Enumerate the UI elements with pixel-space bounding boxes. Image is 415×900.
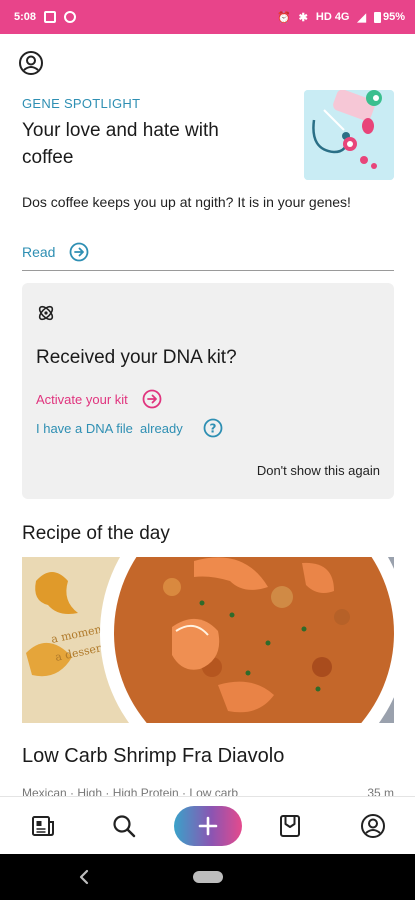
activate-kit-button[interactable]: Activate your kit bbox=[36, 389, 162, 409]
arrow-right-circle-icon[interactable] bbox=[142, 389, 162, 409]
bluetooth-icon: ✱ bbox=[298, 11, 308, 24]
add-button[interactable] bbox=[174, 806, 242, 846]
dna-card-title: Received your DNA kit? bbox=[36, 347, 237, 368]
recipe-image[interactable]: a moment a dessert bbox=[22, 557, 394, 723]
recipe-section-title: Recipe of the day bbox=[22, 523, 170, 544]
dna-kit-card: Received your DNA kit? Activate your kit… bbox=[22, 283, 394, 499]
status-right: ⏰ ✱ HD 4G ◢ 95% bbox=[277, 11, 405, 24]
profile-icon[interactable] bbox=[18, 50, 44, 76]
add-icon bbox=[198, 816, 218, 836]
system-navigation-bar bbox=[0, 854, 415, 900]
alarm-icon: ⏰ bbox=[276, 11, 291, 24]
recipe-meta: Mexican · High · High Protein · Low carb… bbox=[22, 786, 394, 796]
battery-icon bbox=[373, 11, 381, 23]
section-divider bbox=[22, 270, 394, 271]
help-circle-icon[interactable]: ? bbox=[203, 418, 223, 438]
svg-text:?: ? bbox=[209, 422, 216, 436]
network-label: HD 4G bbox=[315, 11, 350, 23]
signal-icon: ◢ bbox=[357, 11, 366, 24]
bookmark-icon[interactable] bbox=[277, 813, 303, 839]
main-content[interactable]: GENE SPOTLIGHT Your love and hate with c… bbox=[0, 34, 415, 796]
activate-kit-label[interactable]: Activate your kit bbox=[36, 392, 128, 407]
battery-level: 95% bbox=[382, 11, 405, 23]
profile-icon[interactable] bbox=[360, 813, 386, 839]
recipe-title[interactable]: Low Carb Shrimp Fra Diavolo bbox=[22, 745, 284, 768]
dna-file-row[interactable]: I have a DNA file already ? bbox=[36, 418, 223, 438]
recipe-tags: Mexican · High · High Protein · Low carb bbox=[22, 786, 239, 796]
dna-file-label[interactable]: I have a DNA file already bbox=[36, 421, 183, 436]
status-left: 5:08 bbox=[14, 11, 77, 23]
read-button[interactable]: Read bbox=[22, 242, 89, 262]
spotlight-thumbnail[interactable] bbox=[304, 90, 394, 180]
read-label[interactable]: Read bbox=[22, 244, 55, 260]
spotlight-title[interactable]: Your love and hate with coffee bbox=[22, 117, 272, 171]
feed-icon[interactable] bbox=[30, 813, 56, 839]
search-icon[interactable] bbox=[111, 813, 137, 839]
dna-icon bbox=[36, 303, 56, 323]
back-icon[interactable] bbox=[78, 868, 90, 886]
gallery-notification-icon bbox=[44, 11, 57, 23]
home-pill-icon[interactable] bbox=[193, 871, 223, 883]
status-time: 5:08 bbox=[14, 11, 37, 23]
dont-show-again-button[interactable]: Don't show this again bbox=[257, 463, 380, 478]
spotlight-description: Dos coffee keeps you up at ngith? It is … bbox=[22, 194, 351, 210]
arrow-right-circle-icon[interactable] bbox=[69, 242, 89, 262]
app-notification-icon bbox=[64, 11, 77, 23]
gene-spotlight-card[interactable]: GENE SPOTLIGHT Your love and hate with c… bbox=[22, 90, 394, 262]
status-bar: 5:08 ⏰ ✱ HD 4G ◢ 95% bbox=[0, 0, 415, 34]
recipe-time: 35 m bbox=[367, 786, 394, 796]
bottom-navigation bbox=[0, 796, 415, 854]
